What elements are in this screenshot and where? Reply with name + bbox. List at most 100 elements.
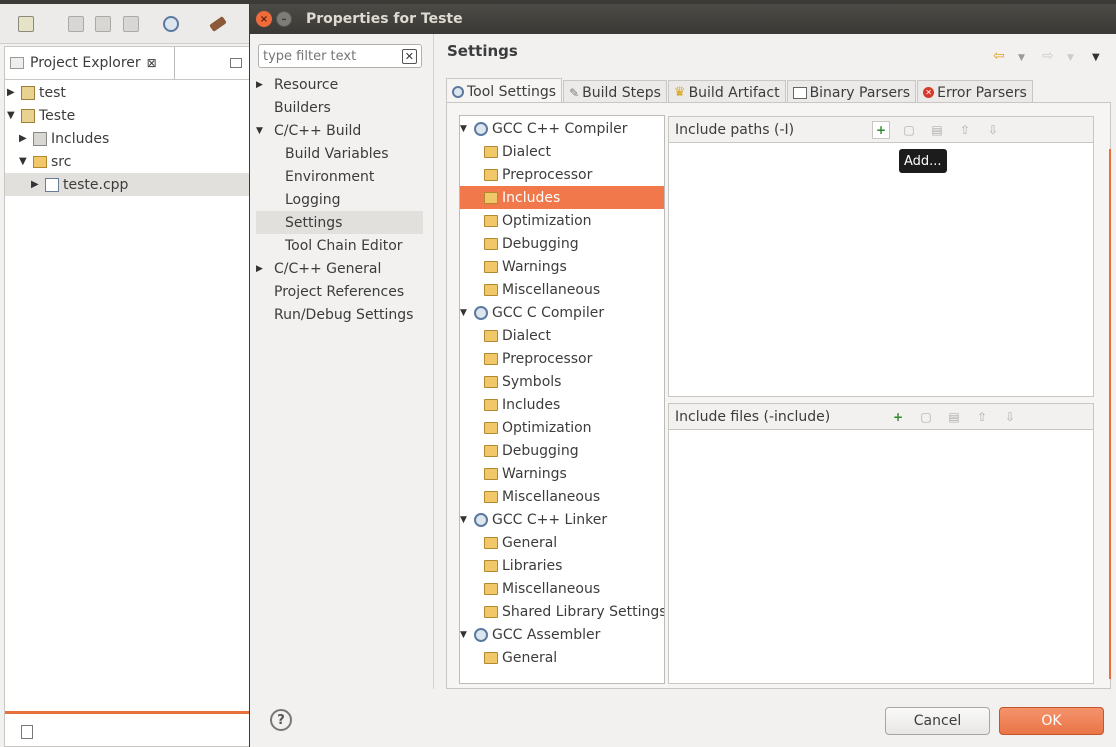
move-down-icon[interactable]: ⇩	[984, 121, 1002, 139]
filter-input[interactable]	[263, 48, 393, 64]
tree-item-teste[interactable]: ▼ Teste	[7, 104, 75, 127]
binary-icon	[792, 86, 807, 99]
tree-item-dialect[interactable]: Dialect	[484, 140, 551, 163]
collapse-arrow-icon[interactable]: ▼	[19, 156, 29, 167]
cancel-button[interactable]: Cancel	[885, 707, 990, 735]
expand-arrow-icon[interactable]: ▶	[256, 264, 266, 274]
nav-label: Builders	[274, 99, 331, 116]
filter-field[interactable]: ✕	[258, 44, 422, 68]
view-menu-icon[interactable]: ▼	[1092, 52, 1100, 63]
nav-item-logging[interactable]: Logging	[256, 188, 423, 211]
tree-item-miscellaneous[interactable]: Miscellaneous	[484, 577, 600, 600]
nav-item-run-debug-settings[interactable]: Run/Debug Settings	[256, 303, 423, 326]
expand-arrow-icon[interactable]: ▶	[31, 179, 41, 190]
tab-build-steps[interactable]: ✎ Build Steps	[563, 80, 667, 104]
move-down-icon[interactable]: ⇩	[1001, 408, 1019, 426]
ok-button[interactable]: OK	[999, 707, 1104, 735]
tree-item-preprocessor[interactable]: Preprocessor	[484, 347, 592, 370]
nav-item-cpp-general[interactable]: ▶ C/C++ General	[256, 257, 423, 280]
help-icon[interactable]: ?	[270, 709, 292, 731]
include-paths-list[interactable]	[668, 143, 1094, 397]
nav-item-project-references[interactable]: Project References	[256, 280, 423, 303]
tree-item-warnings[interactable]: Warnings	[484, 462, 567, 485]
hammer-icon[interactable]	[209, 16, 227, 32]
tree-item-warnings[interactable]: Warnings	[484, 255, 567, 278]
tree-item-general[interactable]: General	[484, 646, 557, 669]
tree-item-teste-cpp[interactable]: ▶ teste.cpp	[5, 173, 249, 196]
forward-arrow-icon[interactable]: ⇨	[1042, 48, 1054, 64]
tree-item-preprocessor[interactable]: Preprocessor	[484, 163, 592, 186]
add-icon[interactable]: +	[889, 408, 907, 426]
move-up-icon[interactable]: ⇧	[956, 121, 974, 139]
collapse-arrow-icon[interactable]: ▼	[460, 630, 470, 640]
save-icon[interactable]	[68, 16, 84, 32]
nav-item-settings[interactable]: Settings	[256, 211, 423, 234]
tree-item-dialect[interactable]: Dialect	[484, 324, 551, 347]
project-explorer: Project Explorer ⊠ ▶ test ▼ Teste ▶ Incl…	[4, 46, 251, 747]
tree-item-optimization[interactable]: Optimization	[484, 416, 592, 439]
tree-group-gcc-cpp-compiler[interactable]: ▼ GCC C++ Compiler	[460, 117, 628, 140]
add-icon[interactable]: +	[872, 121, 890, 139]
new-window-icon[interactable]	[21, 725, 33, 739]
nav-item-builders[interactable]: Builders	[256, 96, 423, 119]
new-icon[interactable]	[18, 16, 34, 32]
tree-item-libraries[interactable]: Libraries	[484, 554, 562, 577]
tree-item-debugging[interactable]: Debugging	[484, 439, 579, 462]
collapse-arrow-icon[interactable]: ▼	[7, 110, 17, 121]
tree-group-gcc-cpp-linker[interactable]: ▼ GCC C++ Linker	[460, 508, 607, 531]
expand-arrow-icon[interactable]: ▶	[19, 133, 29, 144]
minimize-window-icon[interactable]: –	[276, 11, 292, 27]
forward-menu-chevron-icon[interactable]: ▼	[1067, 53, 1074, 63]
close-window-icon[interactable]: ×	[256, 11, 272, 27]
collapse-arrow-icon[interactable]: ▼	[256, 126, 266, 136]
tree-item-optimization[interactable]: Optimization	[484, 209, 592, 232]
tab-binary-parsers[interactable]: Binary Parsers	[786, 80, 917, 104]
gear-icon	[474, 627, 488, 642]
tree-item-includes[interactable]: Includes	[484, 393, 560, 416]
clear-icon[interactable]: ✕	[401, 48, 417, 64]
build-config-icon[interactable]	[163, 16, 179, 32]
nav-item-build-variables[interactable]: Build Variables	[256, 142, 423, 165]
tree-item-general[interactable]: General	[484, 531, 557, 554]
delete-icon[interactable]: ▢	[917, 408, 935, 426]
active-view-indicator	[5, 711, 251, 714]
edit-icon[interactable]: ▤	[928, 121, 946, 139]
expand-arrow-icon[interactable]: ▶	[7, 87, 17, 98]
tree-label: Optimization	[502, 212, 592, 229]
save-all-icon[interactable]	[95, 16, 111, 32]
minimize-icon[interactable]	[230, 58, 242, 68]
tab-tool-settings[interactable]: Tool Settings	[446, 78, 563, 104]
print-icon[interactable]	[123, 16, 139, 32]
back-arrow-icon[interactable]: ⇦	[993, 48, 1005, 64]
nav-item-resource[interactable]: ▶ Resource	[256, 73, 423, 96]
tab-error-parsers[interactable]: ✕ Error Parsers	[917, 80, 1033, 104]
collapse-arrow-icon[interactable]: ▼	[460, 515, 470, 525]
tree-item-miscellaneous[interactable]: Miscellaneous	[484, 485, 600, 508]
move-up-icon[interactable]: ⇧	[973, 408, 991, 426]
tab-build-artifact[interactable]: ♛ Build Artifact	[667, 80, 786, 104]
tree-item-test[interactable]: ▶ test	[7, 81, 66, 104]
tree-item-includes[interactable]: ▶ Includes	[19, 127, 109, 150]
tree-item-src[interactable]: ▼ src	[19, 150, 71, 173]
delete-icon[interactable]: ▢	[900, 121, 918, 139]
close-icon[interactable]: ⊠	[147, 56, 157, 70]
tree-group-gcc-c-compiler[interactable]: ▼ GCC C Compiler	[460, 301, 604, 324]
tab-project-explorer[interactable]: Project Explorer ⊠	[5, 47, 175, 79]
back-menu-chevron-icon[interactable]: ▼	[1018, 53, 1025, 63]
nav-item-tool-chain-editor[interactable]: Tool Chain Editor	[256, 234, 423, 257]
nav-item-environment[interactable]: Environment	[256, 165, 423, 188]
edit-icon[interactable]: ▤	[945, 408, 963, 426]
expand-arrow-icon[interactable]: ▶	[256, 80, 266, 90]
tree-item-shared-library-settings[interactable]: Shared Library Settings	[484, 600, 664, 623]
tree-group-gcc-assembler[interactable]: ▼ GCC Assembler	[460, 623, 600, 646]
nav-item-cpp-build[interactable]: ▼ C/C++ Build	[256, 119, 423, 142]
collapse-arrow-icon[interactable]: ▼	[460, 124, 470, 134]
tree-item-debugging[interactable]: Debugging	[484, 232, 579, 255]
collapse-arrow-icon[interactable]: ▼	[460, 308, 470, 318]
include-files-list[interactable]	[668, 430, 1094, 684]
tree-label: GCC C++ Linker	[492, 511, 608, 528]
option-icon	[484, 444, 498, 457]
tree-item-includes[interactable]: Includes	[460, 186, 664, 209]
tree-item-miscellaneous[interactable]: Miscellaneous	[484, 278, 600, 301]
tree-item-symbols[interactable]: Symbols	[484, 370, 561, 393]
